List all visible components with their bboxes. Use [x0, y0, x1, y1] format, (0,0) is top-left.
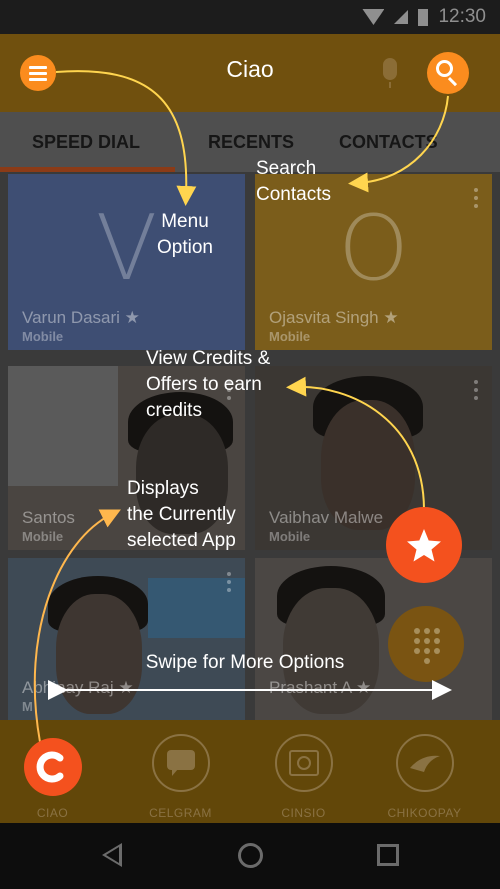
ciao-app-button[interactable] — [24, 738, 82, 796]
search-arrow — [348, 95, 449, 193]
menu-arrow — [55, 70, 197, 206]
menu-icon — [29, 66, 47, 84]
star-icon — [407, 529, 441, 562]
swipe-tip: Swipe for More Options — [145, 652, 345, 673]
credits-tip: View Credits & Offers to earn credits — [146, 348, 271, 421]
search-icon — [436, 60, 453, 77]
app-tip: Displays the Currently selected App — [127, 478, 236, 551]
ciao-icon — [36, 751, 64, 783]
app-arrow — [33, 509, 121, 743]
search-button[interactable] — [427, 52, 469, 94]
menu-tip: Menu Option — [157, 211, 213, 258]
menu-button[interactable] — [20, 55, 56, 91]
credits-arrow — [286, 376, 425, 511]
credits-button[interactable] — [386, 507, 462, 583]
search-tip: Search Contacts — [256, 158, 331, 205]
